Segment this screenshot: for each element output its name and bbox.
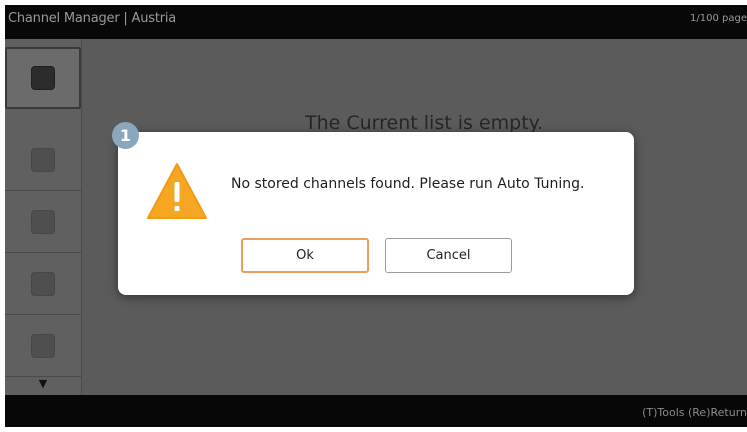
slot-checkbox[interactable]	[31, 148, 55, 172]
screen-title: Channel Manager | Austria	[8, 11, 177, 26]
empty-list-message: The Current list is empty.	[305, 112, 544, 134]
scroll-down-arrow-icon[interactable]: ▼	[5, 373, 81, 395]
key-hints: (T)Tools (Re)Return	[642, 406, 747, 419]
channel-slot-3[interactable]	[5, 191, 81, 253]
channel-slot-list: ▼	[5, 39, 82, 395]
slot-checkbox[interactable]	[31, 272, 55, 296]
no-channels-dialog: No stored channels found. Please run Aut…	[118, 132, 634, 295]
channel-slot-4[interactable]	[5, 253, 81, 315]
ok-button[interactable]: Ok	[241, 238, 369, 273]
slot-checkbox[interactable]	[31, 334, 55, 358]
callout-badge: 1	[112, 122, 139, 149]
channel-slot-1[interactable]	[5, 47, 81, 109]
title-bar: Channel Manager | Austria 1/100 page	[5, 5, 747, 39]
slot-checkbox[interactable]	[31, 66, 55, 90]
channel-slot-2[interactable]	[5, 129, 81, 191]
channel-slot-5[interactable]	[5, 315, 81, 377]
bottom-hint-bar: (T)Tools (Re)Return	[5, 395, 747, 427]
slot-checkbox[interactable]	[31, 210, 55, 234]
page-count: 1/100 page	[690, 13, 747, 24]
warning-triangle-icon	[147, 163, 207, 219]
cancel-button[interactable]: Cancel	[385, 238, 512, 273]
dialog-message: No stored channels found. Please run Aut…	[231, 176, 585, 192]
